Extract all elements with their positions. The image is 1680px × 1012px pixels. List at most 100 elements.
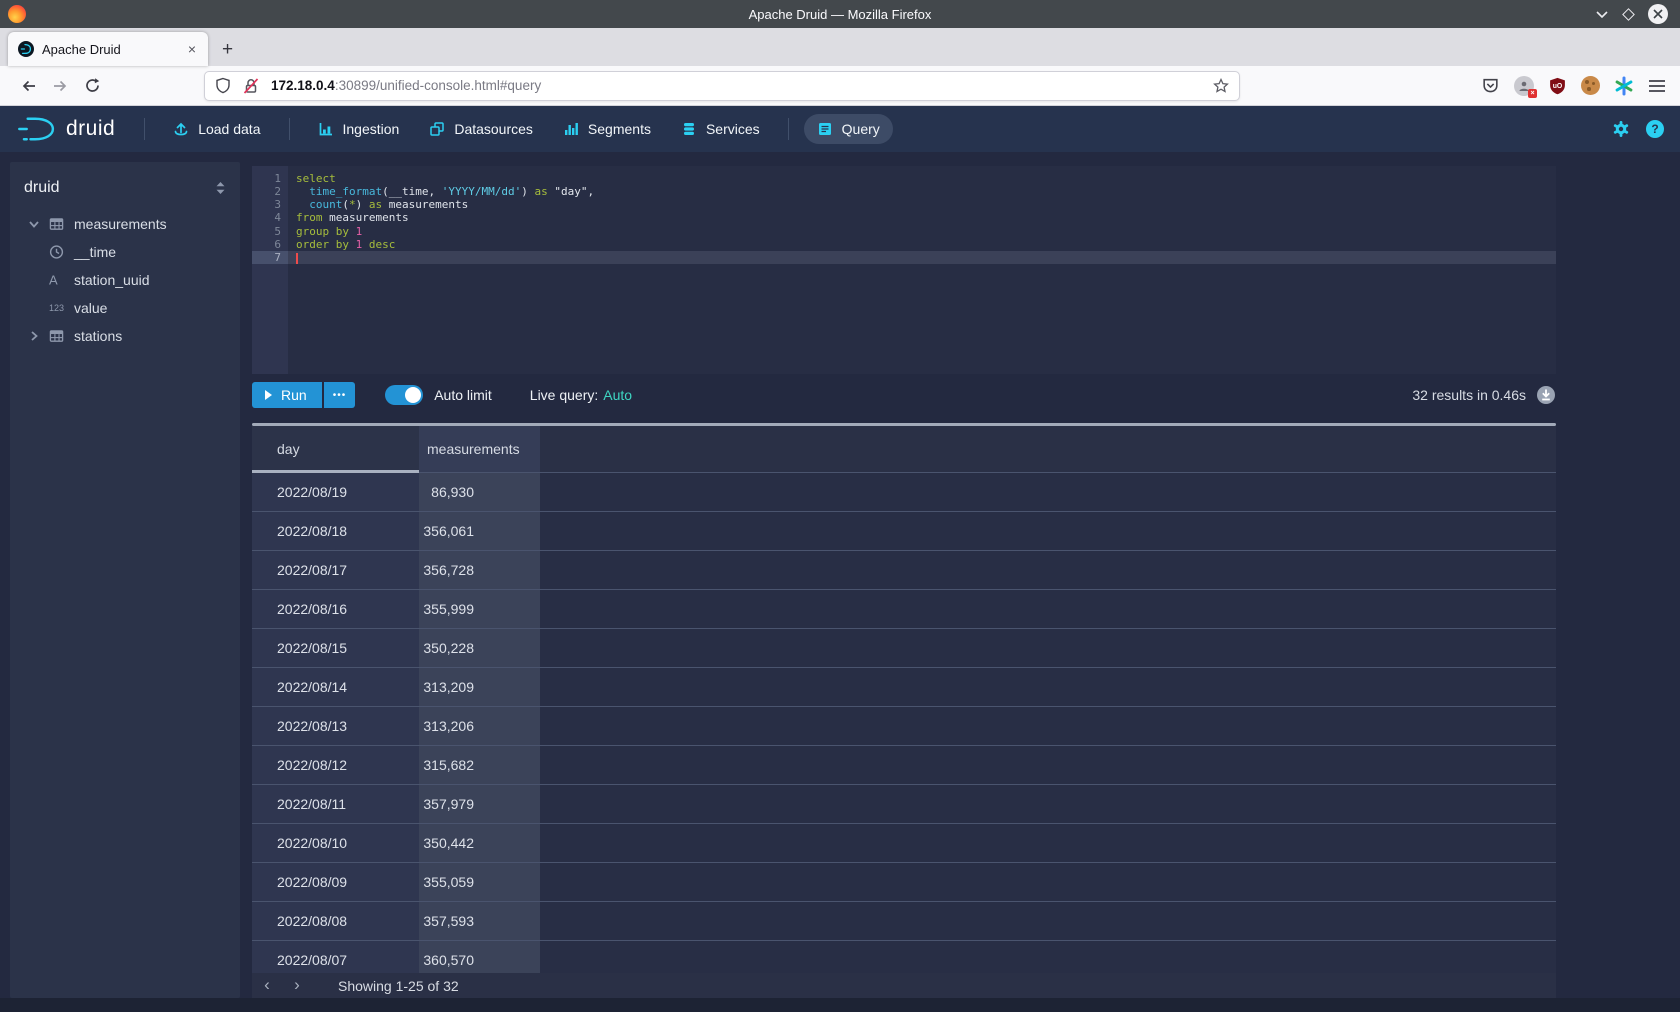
cell-day[interactable]: 2022/08/16 — [252, 590, 419, 628]
cell-measurements[interactable]: 313,209 — [419, 668, 540, 706]
ublock-icon[interactable]: uO — [1548, 77, 1567, 95]
table-row[interactable]: 2022/08/14313,209 — [252, 668, 1556, 707]
sql-editor[interactable]: 1234567 select time_format(__time, 'YYYY… — [252, 166, 1556, 374]
prev-page-icon[interactable]: ‹ — [252, 976, 282, 995]
back-button[interactable] — [12, 71, 44, 101]
bookmark-star-icon[interactable] — [1213, 78, 1229, 94]
tree-item-measurements[interactable]: measurements — [10, 210, 240, 238]
cell-measurements[interactable]: 350,228 — [419, 629, 540, 667]
pocket-icon[interactable] — [1481, 77, 1500, 95]
cell-measurements[interactable]: 355,999 — [419, 590, 540, 628]
table-row[interactable]: 2022/08/08357,593 — [252, 902, 1556, 941]
table-row[interactable]: 2022/08/12315,682 — [252, 746, 1556, 785]
cell-measurements[interactable]: 350,442 — [419, 824, 540, 862]
cell-day[interactable]: 2022/08/07 — [252, 941, 419, 973]
nav-ingestion[interactable]: Ingestion — [305, 114, 413, 144]
help-icon[interactable]: ? — [1646, 120, 1664, 138]
code-line[interactable] — [288, 251, 1556, 264]
account-extension-icon[interactable]: × — [1514, 76, 1534, 96]
table-row[interactable]: 2022/08/16355,999 — [252, 590, 1556, 629]
run-button[interactable]: Run — [252, 382, 322, 408]
tree-item-stations[interactable]: stations — [10, 322, 240, 350]
table-row[interactable]: 2022/08/07360,570 — [252, 941, 1556, 973]
cell-day[interactable]: 2022/08/13 — [252, 707, 419, 745]
nav-segments[interactable]: Segments — [550, 114, 664, 144]
column-header-measurements[interactable]: measurements — [419, 426, 540, 472]
cell-day[interactable]: 2022/08/18 — [252, 512, 419, 550]
cell-day[interactable]: 2022/08/12 — [252, 746, 419, 784]
cookie-icon[interactable] — [1581, 76, 1600, 95]
download-icon[interactable] — [1536, 385, 1556, 405]
extension-asterisk-icon[interactable] — [1614, 76, 1634, 96]
settings-gear-icon[interactable] — [1612, 120, 1630, 138]
table-row[interactable]: 2022/08/15350,228 — [252, 629, 1556, 668]
cell-day[interactable]: 2022/08/17 — [252, 551, 419, 589]
cell-day[interactable]: 2022/08/14 — [252, 668, 419, 706]
column-header-day[interactable]: day — [252, 426, 419, 472]
tree-item-time[interactable]: __time — [10, 238, 240, 266]
reload-button[interactable] — [76, 71, 108, 101]
cell-measurements[interactable]: 86,930 — [419, 473, 540, 511]
table-row[interactable]: 2022/08/1986,930 — [252, 473, 1556, 512]
new-tab-button[interactable]: + — [222, 40, 233, 59]
line-number: 1 — [252, 172, 288, 185]
cell-day[interactable]: 2022/08/11 — [252, 785, 419, 823]
nav-services[interactable]: Services — [668, 114, 773, 144]
tree-item-station-uuid[interactable]: A station_uuid — [10, 266, 240, 294]
table-row[interactable]: 2022/08/13313,206 — [252, 707, 1556, 746]
table-row[interactable]: 2022/08/11357,979 — [252, 785, 1556, 824]
row-filler — [540, 824, 1556, 862]
cell-day[interactable]: 2022/08/10 — [252, 824, 419, 862]
nav-datasources[interactable]: Datasources — [416, 114, 546, 144]
tab-close-icon[interactable]: × — [186, 41, 198, 57]
minimize-button[interactable] — [1595, 10, 1609, 19]
menu-icon[interactable] — [1648, 79, 1666, 93]
tab-apache-druid[interactable]: Apache Druid × — [8, 32, 208, 66]
run-bar: Run ••• Auto limit Live query:Auto 32 re… — [252, 382, 1556, 408]
code-line[interactable]: count(*) as measurements — [288, 198, 1556, 211]
nav-load-data[interactable]: Load data — [160, 114, 273, 144]
insecure-lock-icon[interactable] — [242, 77, 260, 95]
tree-item-value[interactable]: 123 value — [10, 294, 240, 322]
cell-day[interactable]: 2022/08/08 — [252, 902, 419, 940]
table-row[interactable]: 2022/08/17356,728 — [252, 551, 1556, 590]
sql-code[interactable]: select time_format(__time, 'YYYY/MM/dd')… — [288, 166, 1556, 374]
sort-icon[interactable] — [215, 181, 226, 195]
druid-brand[interactable]: druid — [16, 115, 115, 143]
cell-day[interactable]: 2022/08/15 — [252, 629, 419, 667]
cell-measurements[interactable]: 356,728 — [419, 551, 540, 589]
run-more-button[interactable]: ••• — [324, 382, 356, 408]
cell-measurements[interactable]: 356,061 — [419, 512, 540, 550]
live-query-value[interactable]: Auto — [603, 387, 632, 403]
chevron-down-icon[interactable] — [28, 218, 40, 230]
nav-query[interactable]: Query — [804, 114, 893, 144]
shield-icon[interactable] — [215, 77, 231, 94]
cell-measurements[interactable]: 315,682 — [419, 746, 540, 784]
results-info-text: 32 results in 0.46s — [1412, 387, 1526, 403]
url-bar[interactable]: 172.18.0.4:30899/unified-console.html#qu… — [204, 71, 1240, 101]
chevron-right-icon[interactable] — [28, 330, 40, 342]
cell-day[interactable]: 2022/08/09 — [252, 863, 419, 901]
cell-measurements[interactable]: 360,570 — [419, 941, 540, 973]
cell-measurements[interactable]: 357,979 — [419, 785, 540, 823]
code-line[interactable]: time_format(__time, 'YYYY/MM/dd') as "da… — [288, 185, 1556, 198]
cell-measurements[interactable]: 357,593 — [419, 902, 540, 940]
table-row[interactable]: 2022/08/10350,442 — [252, 824, 1556, 863]
code-line[interactable]: from measurements — [288, 211, 1556, 224]
code-line[interactable]: select — [288, 172, 1556, 185]
close-button[interactable] — [1648, 4, 1668, 24]
tab-bar: Apache Druid × + — [0, 28, 1680, 66]
cell-measurements[interactable]: 355,059 — [419, 863, 540, 901]
line-number: 4 — [252, 211, 288, 224]
next-page-icon[interactable]: › — [282, 976, 312, 995]
code-line[interactable]: group by 1 — [288, 225, 1556, 238]
table-row[interactable]: 2022/08/09355,059 — [252, 863, 1556, 902]
auto-limit-toggle[interactable] — [385, 385, 423, 405]
cell-measurements[interactable]: 313,206 — [419, 707, 540, 745]
forward-button[interactable] — [44, 71, 76, 101]
url-text[interactable]: 172.18.0.4:30899/unified-console.html#qu… — [271, 78, 1202, 93]
table-row[interactable]: 2022/08/18356,061 — [252, 512, 1556, 551]
code-line[interactable]: order by 1 desc — [288, 238, 1556, 251]
cell-day[interactable]: 2022/08/19 — [252, 473, 419, 511]
maximize-button[interactable] — [1622, 8, 1635, 21]
